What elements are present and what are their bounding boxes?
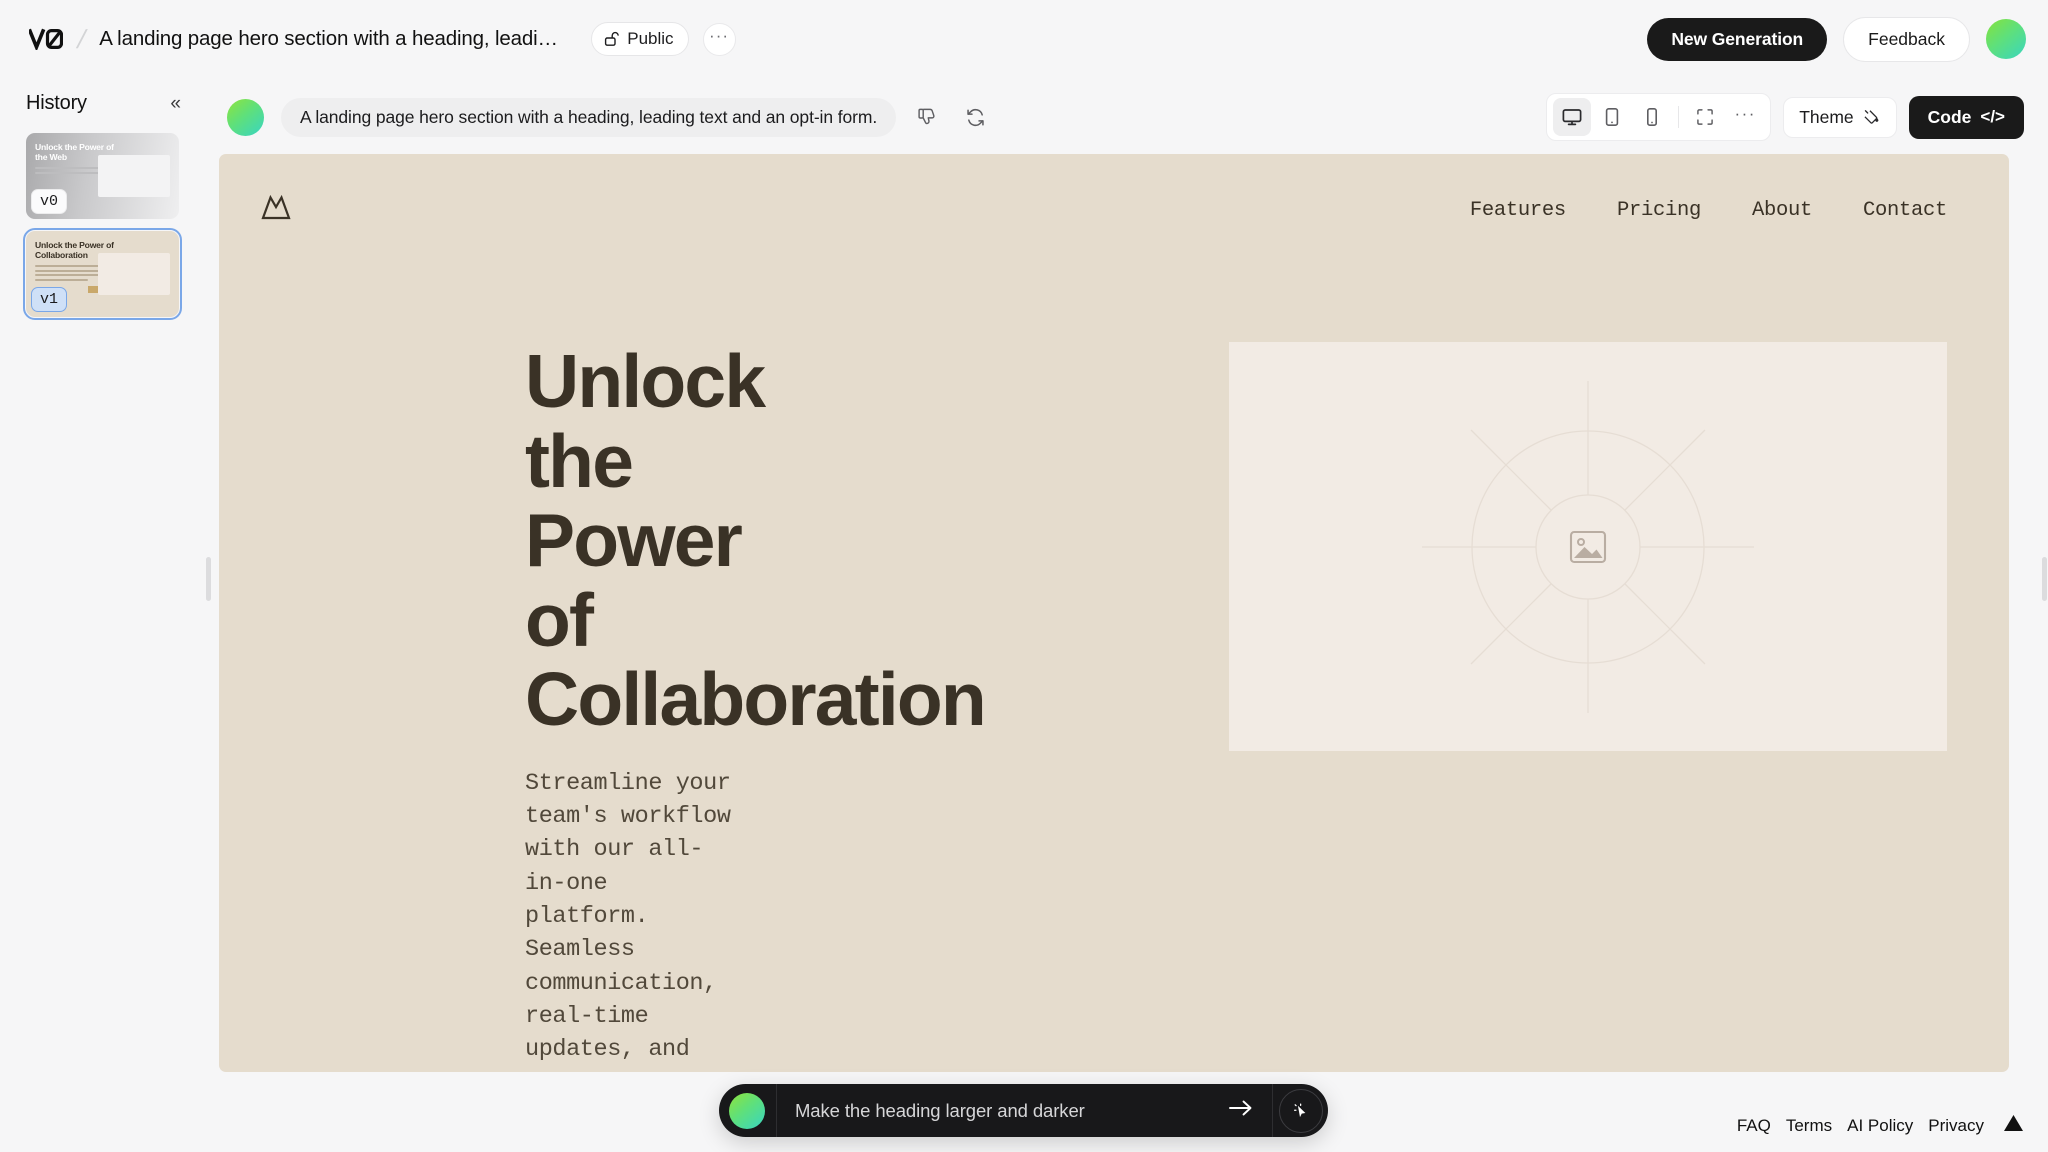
top-bar: / A landing page hero section with a hea… [0, 0, 2048, 78]
document-more-button[interactable]: ··· [702, 22, 736, 56]
hero-copy: Unlock the Power of Collaboration Stream… [219, 339, 987, 1073]
preview-canvas: Features Pricing About Contact Unlock th… [219, 154, 2009, 1072]
code-brackets-icon: </> [1980, 107, 2005, 126]
thumbnail-image-block [98, 253, 170, 295]
ellipsis-icon: ··· [1734, 103, 1756, 123]
preview-toolbar: A landing page hero section with a headi… [213, 86, 2040, 148]
pointer-select-icon [1294, 1102, 1306, 1117]
footer-link-privacy[interactable]: Privacy [1928, 1116, 1984, 1136]
mountain-logo-icon[interactable] [261, 194, 291, 226]
panel-resize-handle-left[interactable] [204, 555, 213, 603]
mountain-logo-svg [261, 194, 291, 220]
nav-link-pricing[interactable]: Pricing [1617, 199, 1701, 222]
paint-bucket-icon [1864, 109, 1879, 124]
preview-more-button[interactable]: ··· [1726, 98, 1764, 136]
new-generation-button[interactable]: New Generation [1647, 17, 1828, 61]
visibility-label: Public [627, 29, 674, 48]
nav-link-contact[interactable]: Contact [1863, 199, 1947, 222]
thumbs-down-button[interactable] [908, 98, 946, 136]
breadcrumb-separator: / [74, 23, 90, 54]
refresh-icon [966, 108, 984, 126]
nav-link-about[interactable]: About [1752, 199, 1812, 222]
viewport-segment: ··· [1546, 93, 1772, 141]
viewport-desktop-button[interactable] [1553, 98, 1592, 136]
footer-link-ai-policy[interactable]: AI Policy [1847, 1116, 1913, 1136]
history-item-v1[interactable]: Unlock the Power of Collaboration v1 [23, 228, 182, 320]
viewport-mobile-button[interactable] [1633, 98, 1671, 136]
collapse-sidebar-icon[interactable]: « [170, 94, 181, 113]
code-button[interactable]: Code </> [1908, 95, 2024, 139]
footer-link-terms[interactable]: Terms [1786, 1116, 1832, 1136]
avatar[interactable] [1986, 19, 2026, 59]
history-sidebar: History « Unlock the Power of the Web v0… [0, 78, 205, 1152]
history-item-v0[interactable]: Unlock the Power of the Web v0 [26, 133, 179, 219]
viewport-tablet-button[interactable] [1593, 98, 1631, 136]
hero-section: Unlock the Power of Collaboration Stream… [219, 266, 2009, 1072]
thumbnail-image-block [98, 155, 170, 197]
viewport-controls: ··· Theme Code </> [1546, 93, 2030, 141]
vercel-triangle-icon[interactable] [2003, 1114, 2024, 1137]
chat-divider [776, 1084, 777, 1137]
site-nav-links: Features Pricing About Contact [1470, 199, 1947, 222]
toolbar-divider [1678, 106, 1680, 128]
image-icon [1569, 530, 1607, 563]
chat-divider [1272, 1084, 1273, 1137]
desktop-icon [1562, 109, 1582, 126]
version-badge: v0 [31, 189, 67, 214]
site-navbar: Features Pricing About Contact [219, 154, 2009, 266]
regenerate-button[interactable] [956, 98, 994, 136]
page-title[interactable]: A landing page hero section with a headi… [99, 27, 569, 51]
thumbs-down-icon [917, 108, 935, 124]
top-bar-actions: New Generation Feedback [1647, 16, 2026, 62]
history-title: History [26, 92, 87, 114]
footer-link-faq[interactable]: FAQ [1737, 1116, 1771, 1136]
v0-logo-icon [29, 28, 63, 50]
hero-media [1229, 342, 1947, 751]
preview-panel: A landing page hero section with a headi… [204, 78, 2048, 1080]
code-label: Code [1927, 106, 1972, 127]
fullscreen-button[interactable] [1686, 98, 1724, 136]
visibility-badge[interactable]: Public [591, 22, 689, 56]
theme-button[interactable]: Theme [1783, 96, 1897, 138]
history-header: History « [0, 78, 205, 121]
tablet-icon [1605, 107, 1619, 126]
mobile-icon [1647, 107, 1658, 126]
chat-send-button[interactable] [1228, 1098, 1254, 1123]
unlock-icon [605, 31, 620, 46]
chat-avatar [729, 1092, 765, 1129]
chat-input[interactable]: Make the heading larger and darker [795, 1100, 1228, 1122]
prompt-avatar [227, 98, 264, 136]
feedback-button[interactable]: Feedback [1843, 16, 1970, 62]
arrow-right-icon [1229, 1100, 1252, 1116]
theme-label: Theme [1799, 106, 1854, 127]
image-placeholder-graphic [1422, 380, 1754, 713]
select-element-button[interactable] [1279, 1088, 1323, 1133]
hero-heading: Unlock the Power of Collaboration [525, 339, 987, 741]
nav-link-features[interactable]: Features [1470, 199, 1566, 222]
prompt-chip[interactable]: A landing page hero section with a headi… [281, 97, 897, 137]
footer-links: FAQ Terms AI Policy Privacy [1737, 1114, 2024, 1137]
hero-subheading: Streamline your team's workflow with our… [525, 769, 731, 1073]
version-badge: v1 [31, 287, 67, 312]
chat-input-bar: Make the heading larger and darker [719, 1084, 1328, 1137]
v0-logo[interactable] [24, 17, 68, 61]
fullscreen-icon [1697, 109, 1714, 125]
image-placeholder [1229, 342, 1947, 751]
vercel-triangle-svg [2004, 1115, 2023, 1131]
panel-resize-handle-right[interactable] [2040, 555, 2048, 603]
